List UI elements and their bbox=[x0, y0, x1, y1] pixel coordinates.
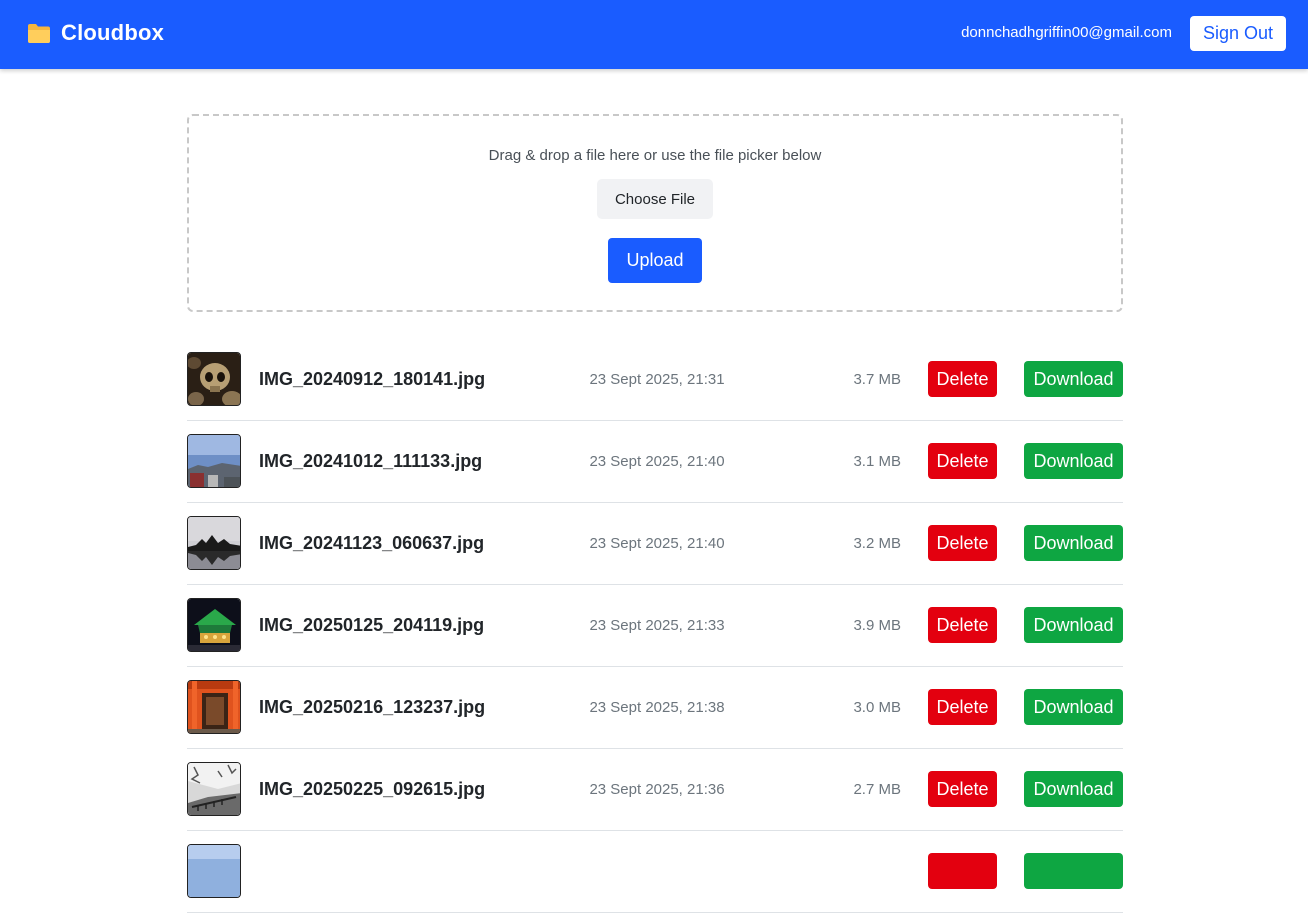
folder-icon bbox=[28, 24, 50, 43]
file-row bbox=[187, 831, 1123, 913]
file-size: 3.7 MB bbox=[853, 371, 901, 388]
delete-button[interactable] bbox=[928, 853, 997, 889]
torii-gates-image bbox=[188, 681, 240, 733]
file-size: 3.0 MB bbox=[853, 699, 901, 716]
file-size: 3.2 MB bbox=[853, 535, 901, 552]
file-thumbnail[interactable] bbox=[187, 762, 241, 816]
delete-button[interactable]: Delete bbox=[928, 361, 997, 397]
download-button[interactable]: Download bbox=[1024, 771, 1123, 807]
sky-city-image bbox=[188, 435, 240, 487]
file-size: 3.1 MB bbox=[853, 453, 901, 470]
file-row: IMG_20241012_111133.jpg 23 Sept 2025, 21… bbox=[187, 421, 1123, 503]
file-size: 3.9 MB bbox=[853, 617, 901, 634]
lit-pagoda-image bbox=[188, 599, 240, 651]
file-name[interactable]: IMG_20241012_111133.jpg bbox=[259, 451, 482, 472]
file-date: 23 Sept 2025, 21:40 bbox=[589, 535, 725, 552]
temple-reflection-image bbox=[188, 517, 240, 569]
download-button[interactable]: Download bbox=[1024, 443, 1123, 479]
top-navbar: Cloudbox donnchadhgriffin00@gmail.com Si… bbox=[0, 0, 1308, 69]
file-name[interactable]: IMG_20250216_123237.jpg bbox=[259, 697, 485, 718]
download-button[interactable]: Download bbox=[1024, 361, 1123, 397]
delete-button[interactable]: Delete bbox=[928, 607, 997, 643]
file-thumbnail[interactable] bbox=[187, 598, 241, 652]
download-button[interactable]: Download bbox=[1024, 525, 1123, 561]
file-name[interactable]: IMG_20240912_180141.jpg bbox=[259, 369, 485, 390]
file-thumbnail[interactable] bbox=[187, 352, 241, 406]
user-email: donnchadhgriffin00@gmail.com bbox=[961, 24, 1172, 41]
delete-button[interactable]: Delete bbox=[928, 443, 997, 479]
file-date: 23 Sept 2025, 21:33 bbox=[589, 617, 725, 634]
file-name[interactable]: IMG_20241123_060637.jpg bbox=[259, 533, 484, 554]
file-thumbnail[interactable] bbox=[187, 434, 241, 488]
file-thumbnail[interactable] bbox=[187, 844, 241, 898]
file-thumbnail[interactable] bbox=[187, 516, 241, 570]
download-button[interactable] bbox=[1024, 853, 1123, 889]
file-row: IMG_20250125_204119.jpg 23 Sept 2025, 21… bbox=[187, 585, 1123, 667]
bw-trees-image bbox=[188, 763, 240, 815]
delete-button[interactable]: Delete bbox=[928, 525, 997, 561]
file-list: IMG_20240912_180141.jpg 23 Sept 2025, 21… bbox=[187, 339, 1123, 913]
upload-dropzone[interactable]: Drag & drop a file here or use the file … bbox=[187, 114, 1123, 312]
dropzone-hint: Drag & drop a file here or use the file … bbox=[488, 147, 822, 164]
upload-button[interactable]: Upload bbox=[608, 238, 702, 283]
file-date: 23 Sept 2025, 21:31 bbox=[589, 371, 725, 388]
download-button[interactable]: Download bbox=[1024, 689, 1123, 725]
file-thumbnail[interactable] bbox=[187, 680, 241, 734]
delete-button[interactable]: Delete bbox=[928, 771, 997, 807]
delete-button[interactable]: Delete bbox=[928, 689, 997, 725]
file-size: 2.7 MB bbox=[853, 781, 901, 798]
sky-partial-image bbox=[188, 845, 240, 897]
download-button[interactable]: Download bbox=[1024, 607, 1123, 643]
file-row: IMG_20241123_060637.jpg 23 Sept 2025, 21… bbox=[187, 503, 1123, 585]
skulls-image bbox=[188, 353, 240, 405]
file-name[interactable]: IMG_20250125_204119.jpg bbox=[259, 615, 484, 636]
choose-file-button[interactable]: Choose File bbox=[597, 179, 713, 219]
file-date: 23 Sept 2025, 21:36 bbox=[589, 781, 725, 798]
sign-out-button[interactable]: Sign Out bbox=[1190, 16, 1286, 51]
brand-name: Cloudbox bbox=[61, 20, 165, 45]
file-row: IMG_20250216_123237.jpg 23 Sept 2025, 21… bbox=[187, 667, 1123, 749]
file-date: 23 Sept 2025, 21:40 bbox=[589, 453, 725, 470]
file-name[interactable]: IMG_20250225_092615.jpg bbox=[259, 779, 485, 800]
file-row: IMG_20240912_180141.jpg 23 Sept 2025, 21… bbox=[187, 339, 1123, 421]
file-row: IMG_20250225_092615.jpg 23 Sept 2025, 21… bbox=[187, 749, 1123, 831]
file-date: 23 Sept 2025, 21:38 bbox=[589, 699, 725, 716]
brand[interactable]: Cloudbox bbox=[27, 20, 164, 46]
